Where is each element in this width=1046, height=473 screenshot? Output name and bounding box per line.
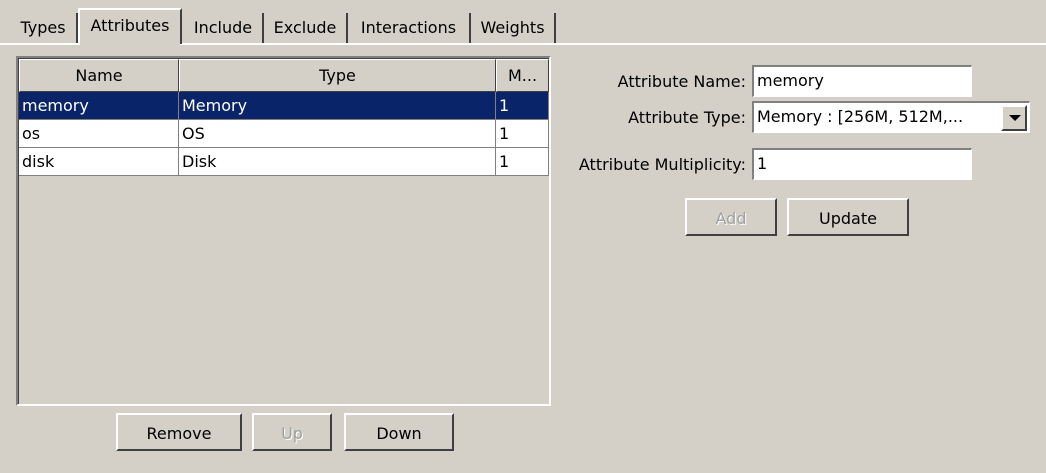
attribute-name-field[interactable]: memory xyxy=(752,65,972,97)
active-tab-gap xyxy=(80,43,180,45)
tab-exclude[interactable]: Exclude xyxy=(264,13,348,43)
add-button[interactable]: Add xyxy=(685,198,777,236)
attribute-multiplicity-label: Attribute Multiplicity: xyxy=(578,155,746,174)
table-row[interactable]: disk Disk 1 xyxy=(19,148,549,176)
up-button[interactable]: Up xyxy=(252,413,332,451)
attribute-type-combo[interactable]: Memory : [256M, 512M,... xyxy=(752,101,1030,133)
tab-attributes[interactable]: Attributes xyxy=(78,8,182,44)
cell-type: OS xyxy=(179,120,496,148)
tab-strip: Types Attributes Include Exclude Interac… xyxy=(0,0,1046,45)
column-header-name[interactable]: Name xyxy=(19,59,179,92)
column-header-multiplicity[interactable]: M... xyxy=(496,59,549,92)
down-button[interactable]: Down xyxy=(344,413,454,451)
column-header-type[interactable]: Type xyxy=(179,59,496,92)
table-viewport: Name Type M... memory Memory 1 os OS 1 d… xyxy=(18,58,549,404)
update-button[interactable]: Update xyxy=(787,198,909,236)
remove-button[interactable]: Remove xyxy=(116,413,242,451)
attributes-table[interactable]: Name Type M... memory Memory 1 os OS 1 d… xyxy=(16,56,551,406)
table-row[interactable]: memory Memory 1 xyxy=(19,92,549,120)
chevron-down-icon[interactable] xyxy=(1001,105,1027,131)
cell-multiplicity: 1 xyxy=(496,120,549,148)
attribute-name-label: Attribute Name: xyxy=(617,72,746,91)
attributes-window: Types Attributes Include Exclude Interac… xyxy=(0,0,1046,473)
tab-interactions[interactable]: Interactions xyxy=(348,13,471,43)
cell-multiplicity: 1 xyxy=(496,148,549,176)
cell-multiplicity: 1 xyxy=(496,92,549,120)
cell-type: Disk xyxy=(179,148,496,176)
table-row[interactable]: os OS 1 xyxy=(19,120,549,148)
tab-types[interactable]: Types xyxy=(10,13,78,43)
cell-name: memory xyxy=(19,92,179,120)
attribute-type-label: Attribute Type: xyxy=(628,108,746,127)
attribute-type-value: Memory : [256M, 512M,... xyxy=(757,107,964,126)
cell-name: disk xyxy=(19,148,179,176)
cell-name: os xyxy=(19,120,179,148)
attribute-multiplicity-field[interactable]: 1 xyxy=(752,148,972,180)
tab-weights[interactable]: Weights xyxy=(471,13,556,43)
tab-include[interactable]: Include xyxy=(184,13,264,43)
cell-type: Memory xyxy=(179,92,496,120)
table-header: Name Type M... xyxy=(19,59,549,92)
